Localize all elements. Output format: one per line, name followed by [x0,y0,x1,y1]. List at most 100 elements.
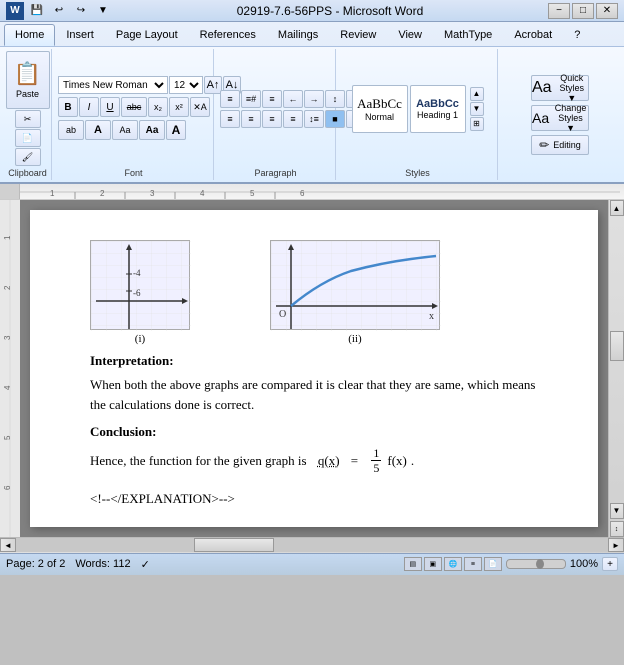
multilevel-button[interactable]: ≡ [262,90,282,108]
underline-button[interactable]: U [100,97,120,117]
paste-button[interactable]: 📋 Paste [6,51,50,109]
h-scroll-left-button[interactable]: ◄ [0,538,16,552]
graph-left-label: (i) [135,333,145,345]
quick-undo-button[interactable]: ↩ [50,3,68,19]
styles-scroll-down[interactable]: ▼ [470,102,484,116]
scroll-up-button[interactable]: ▲ [610,200,624,216]
tab-page-layout[interactable]: Page Layout [105,24,189,46]
increase-indent-button[interactable]: → [304,90,324,108]
font-color-button[interactable]: A [85,120,111,140]
svg-text:2: 2 [3,285,12,290]
h-scroll-thumb[interactable] [194,538,274,552]
status-right: ▤ ▣ 🌐 ≡ 📄 100% + [404,557,618,571]
zoom-area: 100% + [506,557,618,571]
decrease-indent-button[interactable]: ← [283,90,303,108]
graph-right-label: (ii) [348,333,361,345]
full-screen-view[interactable]: ▣ [424,557,442,571]
cut-button[interactable]: ✂ [15,110,41,128]
styles-expand[interactable]: ⊞ [470,117,484,131]
superscript-button[interactable]: x² [169,97,189,117]
tab-mailings[interactable]: Mailings [267,24,329,46]
close-button[interactable]: ✕ [596,3,618,19]
tab-review[interactable]: Review [329,24,387,46]
ruler-scale: 1 2 3 4 5 6 [20,184,624,199]
conclusion-period: . [411,453,414,469]
line-spacing-button[interactable]: ↕≡ [304,110,324,128]
svg-text:4: 4 [200,189,205,198]
paragraph-items: ≡ ≡# ≡ ← → ↕ ¶ ≡ ≡ ≡ ≡ ↕≡ ■ ▦ [220,51,331,166]
styles-scroll-up[interactable]: ▲ [470,87,484,101]
fraction-numerator: 1 [371,446,381,461]
maximize-button[interactable]: □ [572,3,594,19]
tab-references[interactable]: References [189,24,267,46]
clear-format-button[interactable]: ✕A [190,97,210,117]
subscript-button[interactable]: x₂ [148,97,168,117]
h-scroll-right-button[interactable]: ► [608,538,624,552]
svg-text:5: 5 [3,435,12,440]
tab-view[interactable]: View [387,24,433,46]
editing-button[interactable]: ✏ Editing [531,135,589,155]
ribbon-content: 📋 Paste ✂ 📄 🖌 Clipboard Times New Roman [0,46,624,182]
font-label: Font [124,168,142,178]
minimize-button[interactable]: − [548,3,570,19]
copy-button[interactable]: 📄 [15,129,41,147]
zoom-handle[interactable] [536,559,544,569]
ruler-corner [0,184,20,199]
text-highlight-button[interactable]: ab [58,120,84,140]
format-painter-button[interactable]: 🖌 [15,148,41,166]
quick-dropdown-button[interactable]: ▼ [94,3,112,19]
zoom-level: 100% [570,558,598,570]
tab-home[interactable]: Home [4,24,55,46]
graphs-row: -4 -6 (i) [90,240,548,345]
tab-mathtype[interactable]: MathType [433,24,503,46]
title-bar-left: W 💾 ↩ ↪ ▼ [6,2,112,20]
style-heading1[interactable]: AaBbCc Heading 1 [410,85,466,133]
fraction-denominator: 5 [371,461,381,475]
change-case-button[interactable]: Aa [112,120,138,140]
quick-save-button[interactable]: 💾 [28,3,46,19]
draft-view[interactable]: 📄 [484,557,502,571]
conclusion-fraction: 1 5 [371,446,381,476]
svg-text:x: x [429,311,434,322]
font-aa-button[interactable]: Aa [139,120,165,140]
conclusion-line: Hence, the function for the given graph … [90,446,548,476]
scroll-down-button[interactable]: ▼ [610,503,624,519]
italic-button[interactable]: I [79,97,99,117]
align-center-button[interactable]: ≡ [241,110,261,128]
ribbon: Home Insert Page Layout References Maili… [0,22,624,184]
font-items: Times New Roman 12 A↑ A↓ B I U abc x₂ x²… [58,51,209,166]
style-normal[interactable]: AaBbCc Normal [352,85,408,133]
font-selector-row: Times New Roman 12 A↑ A↓ [58,76,241,94]
justify-button[interactable]: ≡ [283,110,303,128]
svg-text:2: 2 [100,189,105,198]
zoom-slider[interactable] [506,559,566,569]
tab-help[interactable]: ? [563,24,591,46]
tab-acrobat[interactable]: Acrobat [503,24,563,46]
quick-styles-button[interactable]: Aa QuickStyles ▼ [531,75,589,101]
web-layout-view[interactable]: 🌐 [444,557,462,571]
bold-button[interactable]: B [58,97,78,117]
align-left-button[interactable]: ≡ [220,110,240,128]
font-name-select[interactable]: Times New Roman [58,76,168,94]
scroll-thumb[interactable] [610,331,624,361]
tab-insert[interactable]: Insert [55,24,105,46]
strikethrough-button[interactable]: abc [121,97,147,117]
format-buttons-row: B I U abc x₂ x² ✕A [58,97,210,117]
align-right-button[interactable]: ≡ [262,110,282,128]
view-icons: ▤ ▣ 🌐 ≡ 📄 [404,557,502,571]
font-size-a-button[interactable]: A [166,120,186,140]
numbering-button[interactable]: ≡# [241,90,261,108]
scroll-bottom-button[interactable]: ↕ [610,521,624,537]
svg-text:3: 3 [3,335,12,340]
svg-text:O: O [279,309,286,320]
bullets-button[interactable]: ≡ [220,90,240,108]
font-size-select[interactable]: 12 [169,76,203,94]
quick-redo-button[interactable]: ↪ [72,3,90,19]
app-icon: W [6,2,24,20]
print-layout-view[interactable]: ▤ [404,557,422,571]
zoom-in-button[interactable]: + [602,557,618,571]
outline-view[interactable]: ≡ [464,557,482,571]
spell-check-icon[interactable]: ✓ [141,558,150,571]
change-styles-button[interactable]: Aa ChangeStyles ▼ [531,105,589,131]
window-title: 02919-7.6-56PPS - Microsoft Word [112,4,548,18]
